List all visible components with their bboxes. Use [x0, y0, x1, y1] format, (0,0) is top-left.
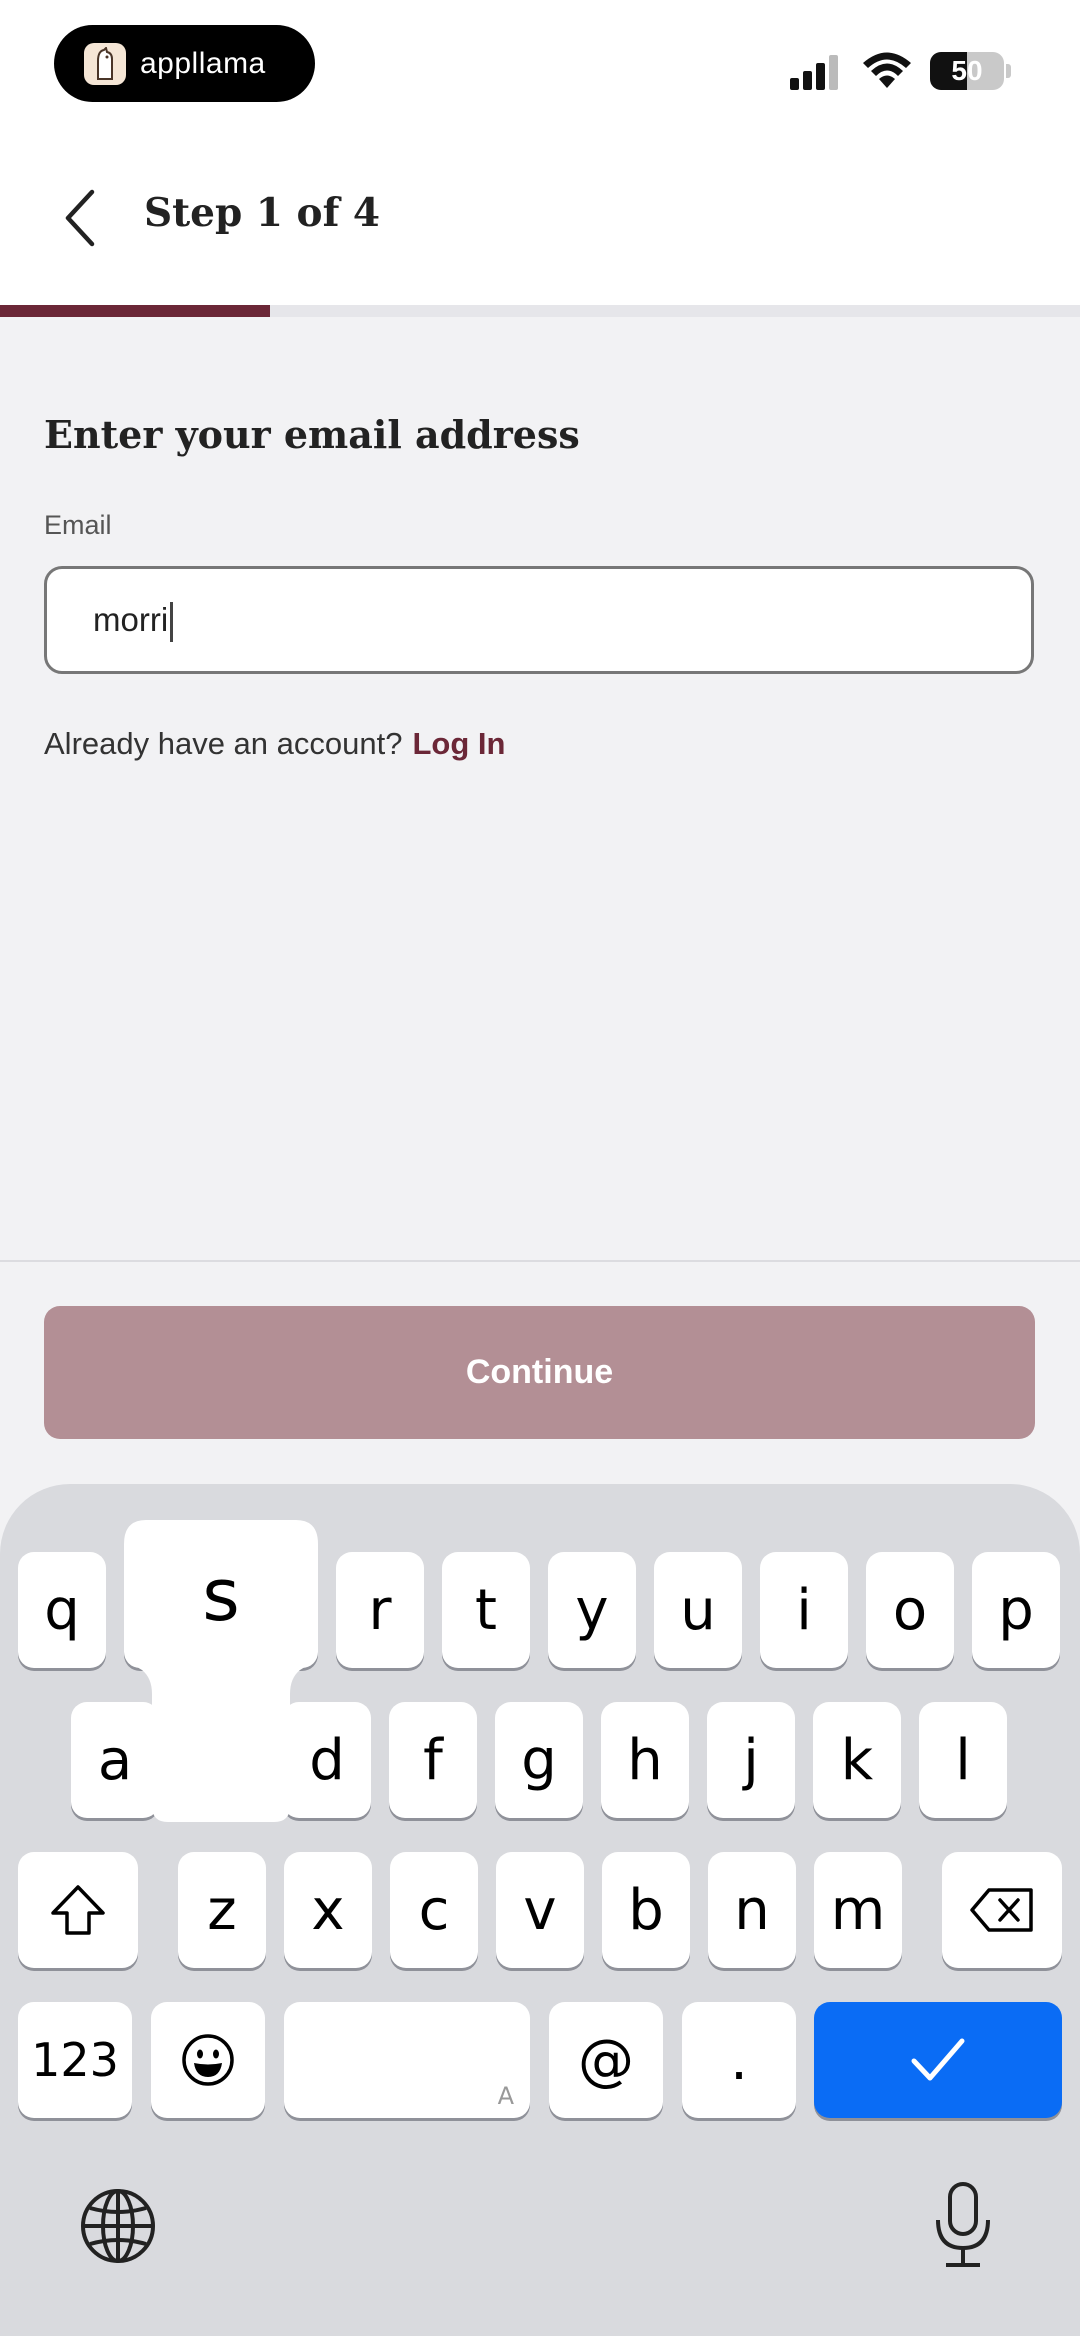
- email-field[interactable]: morri: [44, 566, 1034, 674]
- continue-button[interactable]: Continue: [44, 1306, 1035, 1439]
- signal-icon: [788, 54, 844, 95]
- battery-tip: [1006, 64, 1011, 78]
- key-f[interactable]: f: [389, 1702, 477, 1818]
- key-y[interactable]: y: [548, 1552, 636, 1668]
- text-caret: [170, 602, 174, 643]
- key-r[interactable]: r: [336, 1552, 424, 1668]
- progress-fill: [0, 305, 270, 317]
- account-row: Already have an account? Log In: [44, 726, 505, 762]
- form-heading: Enter your email address: [44, 412, 580, 457]
- chevron-left-icon: [65, 189, 95, 247]
- key-u[interactable]: u: [654, 1552, 742, 1668]
- checkmark-icon: [911, 2038, 965, 2081]
- emoji-key[interactable]: [151, 2002, 265, 2118]
- shift-key[interactable]: [18, 1852, 138, 1968]
- numbers-key[interactable]: 123: [18, 2002, 132, 2118]
- key-t[interactable]: t: [442, 1552, 530, 1668]
- done-key[interactable]: [814, 2002, 1062, 2118]
- wifi-icon: [862, 50, 912, 95]
- key-j[interactable]: j: [707, 1702, 795, 1818]
- account-prompt: Already have an account?: [44, 726, 403, 761]
- email-text: morri: [93, 601, 169, 638]
- battery-level: 50: [951, 55, 983, 86]
- key-o[interactable]: o: [866, 1552, 954, 1668]
- key-z[interactable]: z: [178, 1852, 266, 1968]
- key-q[interactable]: q: [18, 1552, 106, 1668]
- key-h[interactable]: h: [601, 1702, 689, 1818]
- email-value: morri: [93, 601, 174, 643]
- app-pill: appllama: [54, 25, 315, 102]
- key-x[interactable]: x: [284, 1852, 372, 1968]
- key-g[interactable]: g: [495, 1702, 583, 1818]
- dot-key[interactable]: .: [682, 2002, 796, 2118]
- microphone-icon[interactable]: [928, 2180, 998, 2275]
- shift-icon: [51, 1885, 105, 1935]
- progress-bar: [0, 305, 1080, 317]
- key-p[interactable]: p: [972, 1552, 1060, 1668]
- globe-icon[interactable]: [78, 2186, 158, 2271]
- keyboard-language-mark: A: [497, 2082, 514, 2110]
- login-link[interactable]: Log In: [412, 726, 505, 761]
- emoji-icon: [182, 2034, 234, 2086]
- app-name: appllama: [140, 46, 266, 80]
- key-i[interactable]: i: [760, 1552, 848, 1668]
- key-k[interactable]: k: [813, 1702, 901, 1818]
- key-m[interactable]: m: [814, 1852, 902, 1968]
- key-b[interactable]: b: [602, 1852, 690, 1968]
- page-title: Step 1 of 4: [144, 190, 381, 236]
- delete-key[interactable]: [942, 1852, 1062, 1968]
- back-button[interactable]: [44, 178, 116, 258]
- divider: [0, 1260, 1080, 1262]
- llama-logo-icon: [84, 42, 126, 85]
- key-v[interactable]: v: [496, 1852, 584, 1968]
- backspace-icon: [970, 1888, 1033, 1932]
- key-n[interactable]: n: [708, 1852, 796, 1968]
- battery-icon: 50: [930, 52, 1004, 90]
- key-popup-letter: s: [202, 1553, 240, 1637]
- key-popup: s: [124, 1520, 318, 1822]
- key-c[interactable]: c: [390, 1852, 478, 1968]
- at-key[interactable]: @: [549, 2002, 663, 2118]
- key-l[interactable]: l: [919, 1702, 1007, 1818]
- space-key[interactable]: A: [284, 2002, 530, 2118]
- email-label: Email: [44, 510, 112, 540]
